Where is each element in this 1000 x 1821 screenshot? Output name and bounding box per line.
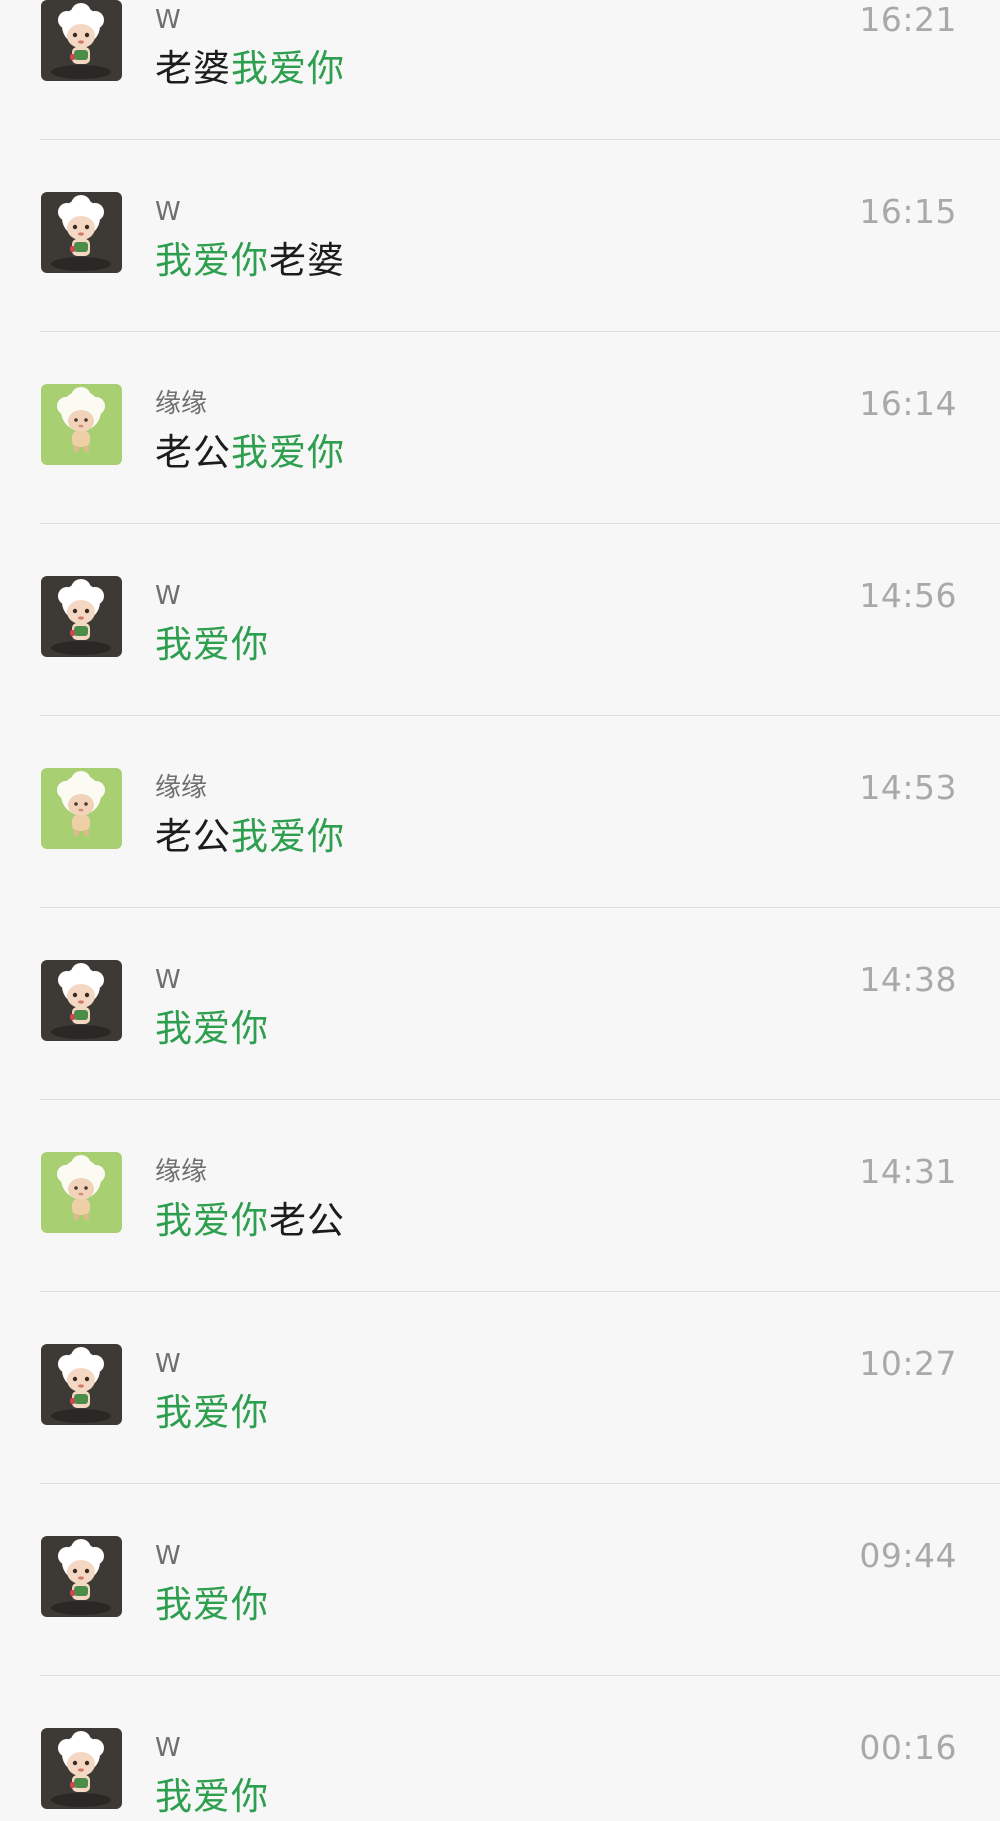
- search-result-item[interactable]: 缘缘 16:14 老公我爱你: [0, 332, 1000, 524]
- message-time: 14:38: [859, 960, 957, 999]
- message-text: 老婆: [269, 239, 345, 282]
- search-result-item[interactable]: W 10:27 我爱你: [0, 1292, 1000, 1484]
- message-time: 16:21: [859, 0, 957, 39]
- search-result-item[interactable]: W 16:21 老婆我爱你: [0, 0, 1000, 140]
- message-preview: 老公我爱你: [155, 430, 345, 476]
- search-keyword-highlight: 我爱你: [155, 623, 269, 666]
- search-keyword-highlight: 我爱你: [155, 1199, 269, 1242]
- sheep-avatar-dark-icon: [41, 576, 122, 657]
- sender-name: W: [155, 965, 181, 995]
- search-result-item[interactable]: W 14:56 我爱你: [0, 524, 1000, 716]
- message-time: 14:53: [859, 768, 957, 807]
- search-keyword-highlight: 我爱你: [155, 1775, 269, 1818]
- message-text: 老婆: [155, 47, 231, 90]
- message-time: 14:56: [859, 576, 957, 615]
- message-preview: 我爱你: [155, 1582, 269, 1628]
- search-result-item[interactable]: W 16:15 我爱你老婆: [0, 140, 1000, 332]
- message-time: 14:31: [859, 1152, 957, 1191]
- message-text: 老公: [155, 815, 231, 858]
- sheep-avatar-green-icon: [41, 384, 122, 465]
- search-result-item[interactable]: 缘缘 14:31 我爱你老公: [0, 1100, 1000, 1292]
- sender-name: 缘缘: [155, 1157, 208, 1187]
- search-keyword-highlight: 我爱你: [155, 239, 269, 282]
- search-keyword-highlight: 我爱你: [155, 1391, 269, 1434]
- message-preview: 我爱你: [155, 1390, 269, 1436]
- sheep-avatar-dark-icon: [41, 192, 122, 273]
- sender-name: 缘缘: [155, 389, 208, 419]
- message-time: 09:44: [859, 1536, 957, 1575]
- sender-name: W: [155, 1349, 181, 1379]
- search-result-item[interactable]: W 00:16 我爱你: [0, 1676, 1000, 1821]
- message-time: 10:27: [859, 1344, 957, 1383]
- search-keyword-highlight: 我爱你: [231, 431, 345, 474]
- sender-name: W: [155, 581, 181, 611]
- message-preview: 老婆我爱你: [155, 46, 345, 92]
- message-preview: 我爱你: [155, 622, 269, 668]
- message-preview: 我爱你老公: [155, 1198, 345, 1244]
- message-preview: 我爱你: [155, 1006, 269, 1052]
- sheep-avatar-dark-icon: [41, 1344, 122, 1425]
- search-keyword-highlight: 我爱你: [231, 815, 345, 858]
- sheep-avatar-dark-icon: [41, 0, 122, 81]
- message-time: 16:15: [859, 192, 957, 231]
- message-time: 16:14: [859, 384, 957, 423]
- sheep-avatar-green-icon: [41, 768, 122, 849]
- sheep-avatar-dark-icon: [41, 1536, 122, 1617]
- sender-name: W: [155, 5, 181, 35]
- message-preview: 我爱你老婆: [155, 238, 345, 284]
- search-result-item[interactable]: W 14:38 我爱你: [0, 908, 1000, 1100]
- search-result-item[interactable]: W 09:44 我爱你: [0, 1484, 1000, 1676]
- chat-search-results: W 16:21 老婆我爱你 W 16:15 我爱你老婆 缘缘 16:14 老公我爱你: [0, 0, 1000, 1821]
- message-text: 老公: [155, 431, 231, 474]
- sender-name: W: [155, 197, 181, 227]
- search-result-item[interactable]: 缘缘 14:53 老公我爱你: [0, 716, 1000, 908]
- sender-name: W: [155, 1733, 181, 1763]
- search-keyword-highlight: 我爱你: [231, 47, 345, 90]
- sheep-avatar-green-icon: [41, 1152, 122, 1233]
- sheep-avatar-dark-icon: [41, 1728, 122, 1809]
- sender-name: W: [155, 1541, 181, 1571]
- message-preview: 老公我爱你: [155, 814, 345, 860]
- search-keyword-highlight: 我爱你: [155, 1583, 269, 1626]
- sheep-avatar-dark-icon: [41, 960, 122, 1041]
- search-keyword-highlight: 我爱你: [155, 1007, 269, 1050]
- message-time: 00:16: [859, 1728, 957, 1767]
- sender-name: 缘缘: [155, 773, 208, 803]
- message-text: 老公: [269, 1199, 345, 1242]
- message-preview: 我爱你: [155, 1774, 269, 1820]
